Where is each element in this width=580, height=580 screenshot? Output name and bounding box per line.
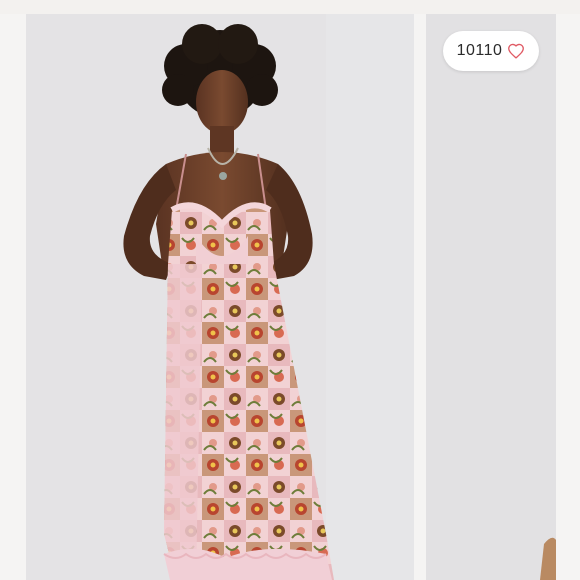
like-count: 10110 [456,42,503,59]
left-gutter [0,14,26,580]
slide-gap [414,14,426,580]
product-photo-main[interactable] [26,14,414,580]
heart-outline-icon [507,43,525,59]
right-gutter [556,14,580,580]
top-margin [0,0,580,14]
model-photo-illustration [26,14,414,580]
next-photo-illustration [426,14,556,580]
product-listing-page: 10110 [0,0,580,580]
like-button[interactable]: 10110 [443,31,539,71]
product-photo-next-preview[interactable] [426,14,556,580]
